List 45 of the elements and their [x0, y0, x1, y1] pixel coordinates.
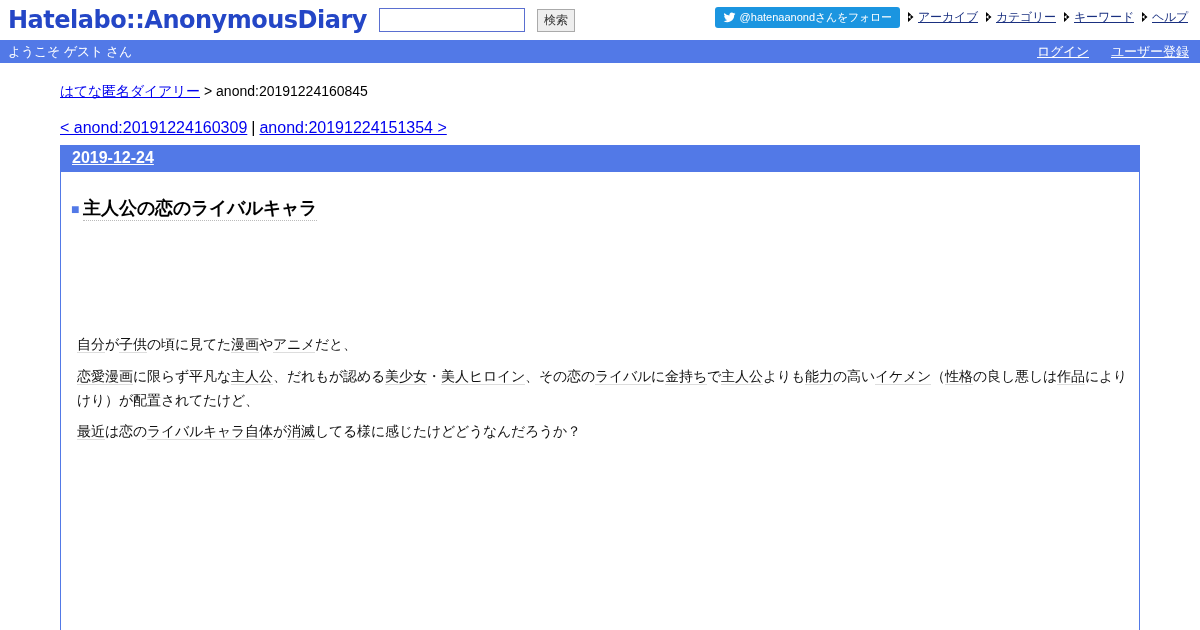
keyword-link[interactable]: 性格: [945, 367, 973, 385]
nav-link[interactable]: アーカイブ: [918, 8, 978, 26]
keyword-link[interactable]: 自分: [77, 336, 105, 353]
keyword-link[interactable]: 能力: [805, 367, 833, 385]
search-field[interactable]: [378, 8, 525, 32]
breadcrumb-link[interactable]: はてな匿名ダイアリー: [60, 83, 200, 101]
pager-separator: |: [251, 119, 256, 137]
account-link[interactable]: ユーザー登録: [1111, 42, 1189, 61]
date-link[interactable]: 2019-12-24: [72, 149, 154, 166]
chevron-icon: [1142, 12, 1148, 22]
keyword-link[interactable]: 美少女: [385, 367, 427, 385]
chevron-icon: [986, 12, 992, 22]
next-entry-link[interactable]: anond:20191224151354 >: [259, 119, 447, 137]
entry-paragraph: 最近は恋のライバルキャラ 自体が消滅してる様に感じたけどどうなんだろうか？: [77, 422, 582, 443]
keyword-link[interactable]: 自体: [245, 423, 273, 441]
prev-entry-link[interactable]: < anond:20191224160309: [60, 119, 248, 137]
entry-title[interactable]: 主人公の恋のライバルキャラ: [83, 196, 318, 221]
keyword-link[interactable]: ライバルキャラ: [147, 423, 245, 441]
keyword-link[interactable]: ライバル: [595, 367, 651, 385]
search-button[interactable]: 検索: [536, 8, 575, 32]
keyword-link[interactable]: 子供: [119, 336, 147, 353]
welcome-text: ようこそ ゲスト さん: [8, 42, 133, 61]
keyword-link[interactable]: 美人ヒロイン: [441, 367, 525, 385]
keyword-link[interactable]: 主人公: [231, 367, 273, 385]
keyword-link[interactable]: 主人公: [721, 367, 763, 385]
keyword-link[interactable]: 最近: [77, 423, 105, 441]
entry-paragraph: 自分が子供の頃に見てた漫画やアニメ だと、: [77, 335, 358, 355]
account-link[interactable]: ログイン: [1037, 42, 1089, 61]
nav-link[interactable]: ヘルプ: [1152, 8, 1188, 26]
breadcrumb-current: > anond:20191224160845: [204, 83, 368, 101]
keyword-link[interactable]: アニメ: [273, 336, 315, 353]
chevron-icon: [908, 12, 914, 22]
section-mark[interactable]: ■: [71, 200, 80, 217]
keyword-link[interactable]: 金持ち: [665, 367, 707, 385]
keyword-link[interactable]: 漫画: [231, 336, 259, 353]
site-logo[interactable]: Hatelabo::AnonymousDiary: [8, 6, 367, 34]
keyword-link[interactable]: イケメン: [875, 367, 931, 385]
bird-icon: [722, 10, 736, 24]
chevron-icon: [1064, 12, 1070, 22]
keyword-link[interactable]: 作品: [1057, 367, 1085, 385]
keyword-link[interactable]: 消滅: [287, 423, 315, 441]
nav-link[interactable]: キーワード: [1074, 8, 1134, 26]
keyword-link[interactable]: 恋愛漫画: [77, 367, 133, 385]
nav-link[interactable]: カテゴリー: [996, 8, 1056, 26]
entry-paragraph: 恋愛漫画に限らず平凡な主人公、だれもが認める 美少女・美人ヒロイン、その恋のライバルに金持ち で主人公よりも能力の高いイケメン（性格の良し悪しは作品によりけり）が配置されてたけど、: [77, 366, 1128, 410]
